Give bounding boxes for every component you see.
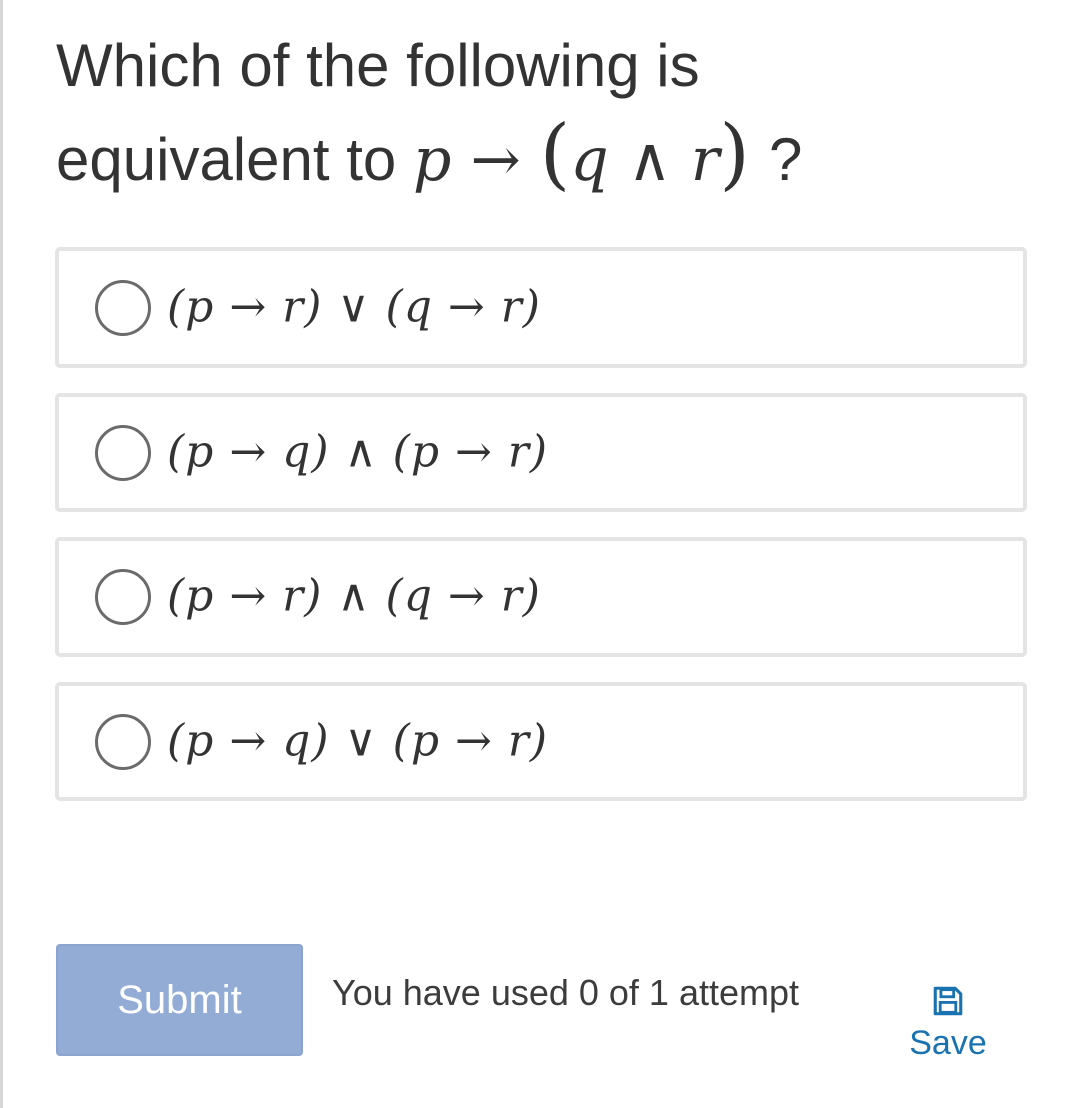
formula-arrow: → (470, 125, 521, 195)
question-line-2: equivalent to p → (q ∧ r) ? (56, 110, 1016, 204)
answer-option-label: (p → q) ∨ (p → r) (167, 714, 549, 766)
floppy-disk-icon (933, 986, 963, 1016)
question-formula: p → (q ∧ r) (412, 110, 769, 198)
formula-open-paren: ( (539, 109, 571, 199)
answer-options: (p → r) ∨ (q → r) (p → q) ∧ (p → r) (p →… (55, 247, 1027, 826)
formula-r: r (690, 125, 720, 195)
formula-close-paren: ) (719, 109, 750, 199)
formula-p: p (412, 125, 452, 195)
question-prompt: Which of the following is equivalent to … (56, 22, 1016, 204)
answer-option[interactable]: (p → r) ∨ (q → r) (55, 247, 1027, 368)
question-line-1: Which of the following is (56, 32, 700, 99)
save-button[interactable]: Save (900, 984, 996, 1063)
radio-button[interactable] (95, 713, 151, 770)
radio-button[interactable] (95, 279, 151, 336)
radio-button[interactable] (95, 424, 151, 481)
save-label: Save (909, 1024, 987, 1062)
answer-option-label: (p → r) ∧ (q → r) (167, 570, 541, 622)
question-prefix: equivalent to (56, 126, 397, 193)
answer-option[interactable]: (p → q) ∧ (p → r) (55, 393, 1027, 512)
question-suffix: ? (768, 126, 803, 193)
submit-button[interactable]: Submit (56, 944, 303, 1056)
formula-and: ∧ (627, 125, 672, 195)
formula-q: q (570, 125, 609, 195)
answer-option-label: (p → q) ∧ (p → r) (167, 425, 549, 477)
answer-option[interactable]: (p → q) ∨ (p → r) (55, 682, 1027, 801)
radio-button[interactable] (95, 569, 151, 625)
left-rule (0, 0, 3, 1108)
attempts-counter: You have used 0 of 1 attempt (332, 972, 800, 1013)
answer-option[interactable]: (p → r) ∧ (q → r) (55, 537, 1027, 657)
answer-option-label: (p → r) ∨ (q → r) (167, 280, 541, 332)
